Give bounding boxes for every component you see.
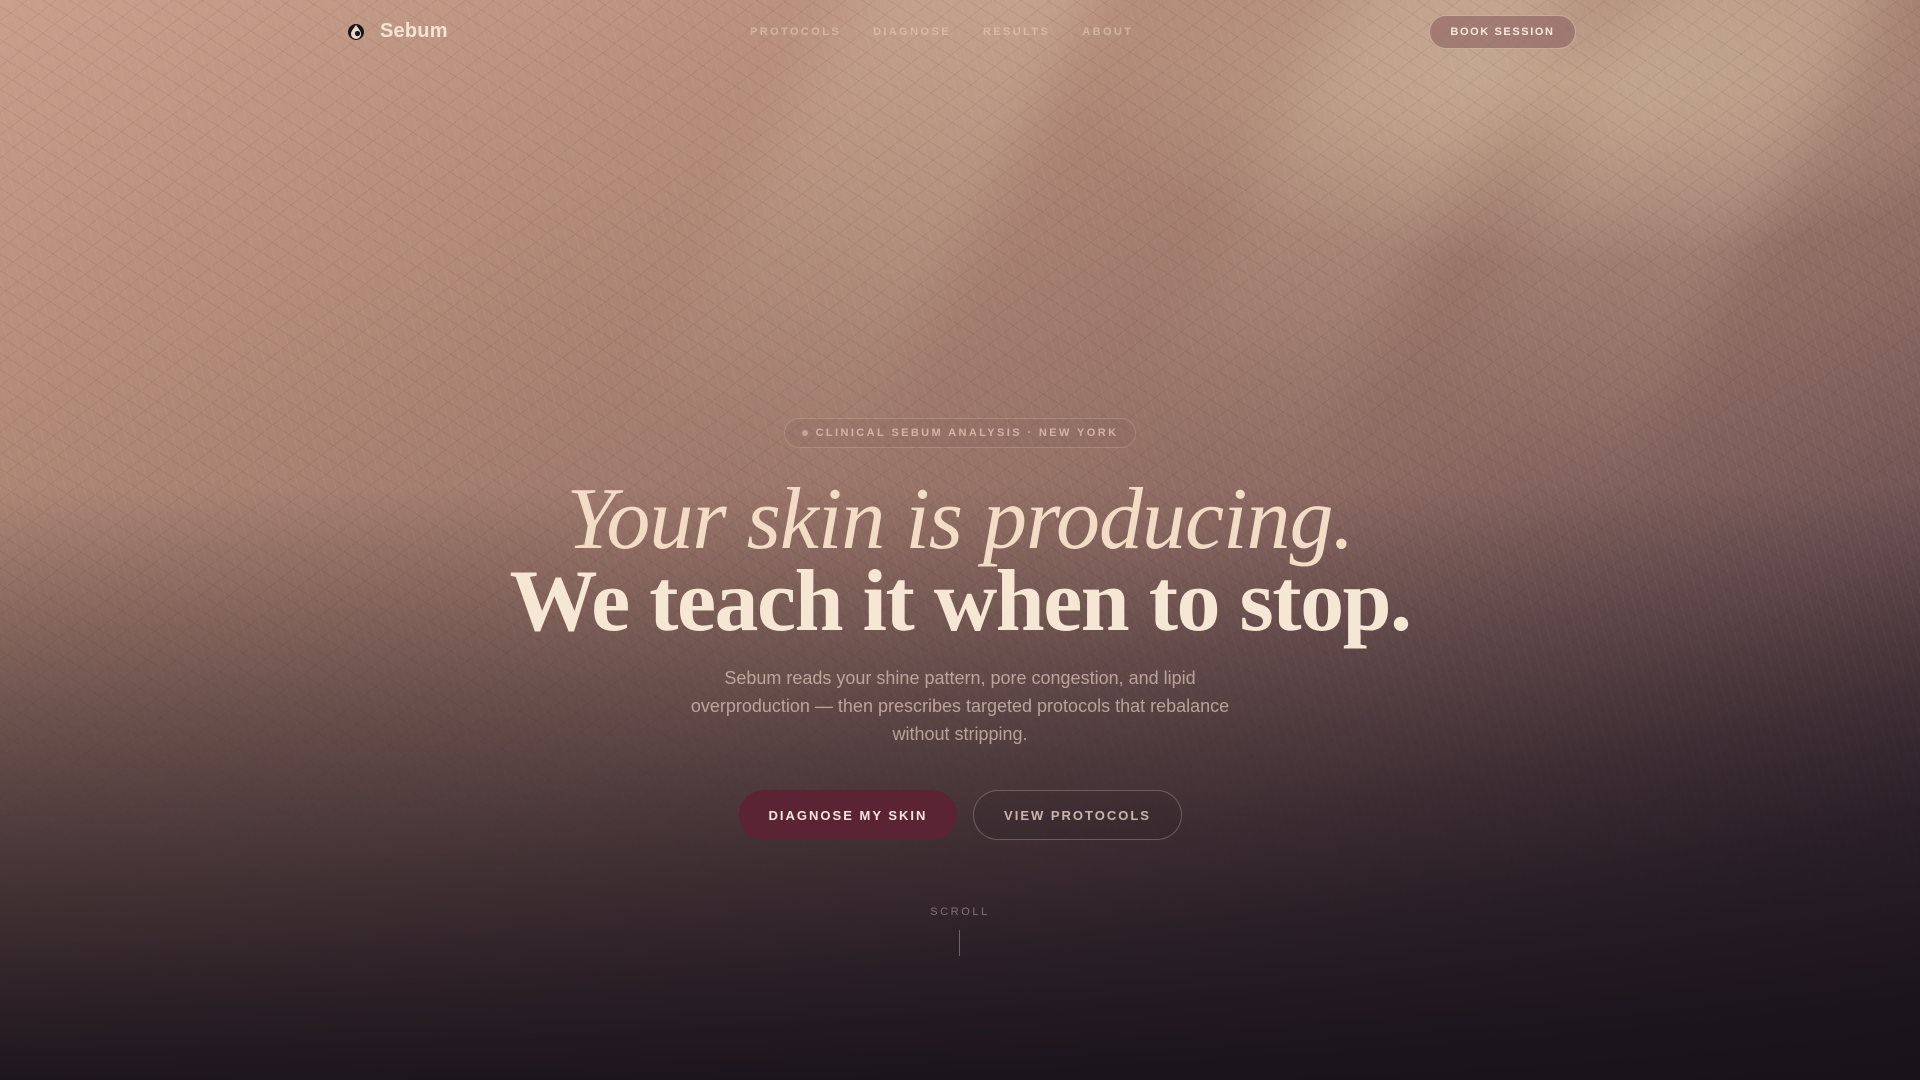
- nav-links: PROTOCOLS DIAGNOSE RESULTS ABOUT: [750, 26, 1133, 38]
- nav-link-protocols[interactable]: PROTOCOLS: [750, 26, 841, 38]
- brand-name: Sebum: [380, 20, 448, 42]
- location-badge: CLINICAL SEBUM ANALYSIS · NEW YORK: [784, 418, 1136, 448]
- scroll-indicator-line: [959, 930, 960, 956]
- hero-subtext: Sebum reads your shine pattern, pore con…: [690, 668, 1230, 744]
- headline-line-2: We teach it when to stop.: [509, 553, 1412, 650]
- book-session-button[interactable]: BOOK SESSION: [1429, 15, 1576, 49]
- view-protocols-button[interactable]: VIEW PROTOCOLS: [973, 790, 1182, 840]
- hero-section: Sebum PROTOCOLS DIAGNOSE RESULTS ABOUT B…: [0, 0, 1920, 1080]
- brand-logo-link[interactable]: Sebum: [346, 20, 448, 43]
- badge-dot: [801, 430, 808, 436]
- nav-link-diagnose[interactable]: DIAGNOSE: [873, 26, 951, 38]
- nav-link-results[interactable]: RESULTS: [983, 26, 1050, 38]
- diagnose-my-skin-button[interactable]: DIAGNOSE MY SKIN: [739, 790, 957, 840]
- scroll-indicator-label: SCROLL: [930, 906, 990, 918]
- light-stripe: [1124, 0, 1576, 506]
- top-nav: Sebum PROTOCOLS DIAGNOSE RESULTS ABOUT B…: [0, 0, 1920, 64]
- nav-link-about[interactable]: ABOUT: [1082, 26, 1133, 38]
- light-stripe: [1426, 0, 1894, 511]
- badge-text: CLINICAL SEBUM ANALYSIS · NEW YORK: [815, 427, 1119, 439]
- droplet-icon: [348, 23, 364, 40]
